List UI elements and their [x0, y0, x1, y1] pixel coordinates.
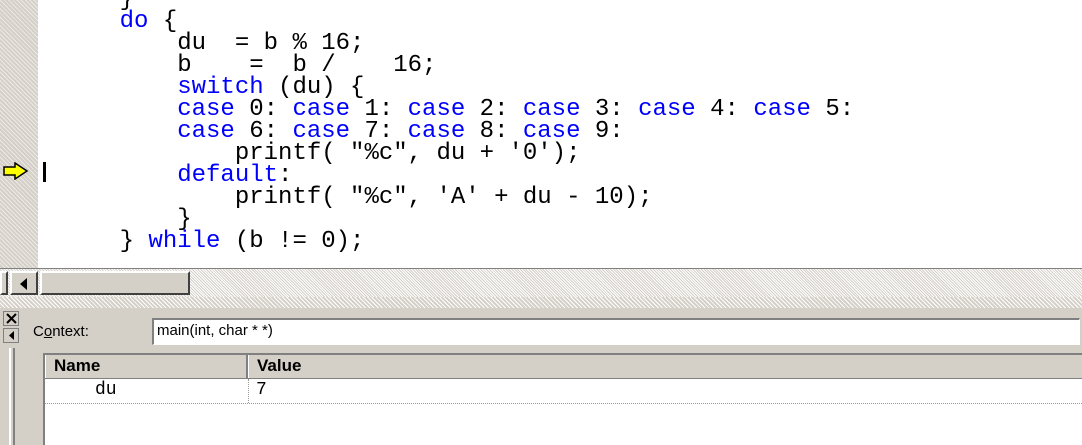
- close-pane-button[interactable]: [3, 311, 19, 326]
- context-label-accelerator: o: [43, 323, 53, 340]
- table-row[interactable]: du 7: [45, 379, 1082, 404]
- pane-toggle-button[interactable]: [3, 328, 19, 343]
- context-dropdown[interactable]: main(int, char * *): [152, 318, 1080, 345]
- column-divider: [248, 379, 249, 403]
- variable-value-cell[interactable]: 7: [256, 379, 267, 402]
- code-line: }: [62, 0, 854, 12]
- pane-splitter[interactable]: [0, 297, 1082, 308]
- pane-rail: [9, 348, 15, 445]
- code-token: 5:: [810, 96, 855, 123]
- scrollbar-left-edge[interactable]: [0, 271, 8, 295]
- context-label: Context:: [33, 323, 89, 340]
- text-caret: [43, 162, 46, 182]
- code-text[interactable]: } do { du = b % 16; b = b / 16; switch (…: [62, 0, 855, 255]
- variable-name-cell: du: [95, 380, 117, 400]
- column-header-value[interactable]: Value: [248, 355, 1082, 378]
- table-header: Name Value: [45, 355, 1082, 379]
- close-icon: [6, 313, 17, 324]
- keyword: while: [148, 228, 221, 255]
- editor-gutter[interactable]: [0, 0, 38, 268]
- variables-table[interactable]: Name Value du 7: [43, 353, 1082, 445]
- code-token: }: [62, 228, 149, 255]
- context-label-text: ntext:: [52, 323, 89, 340]
- code-token: 9:: [580, 118, 624, 145]
- scrollbar-thumb[interactable]: [40, 271, 190, 295]
- left-triangle-icon: [20, 278, 27, 290]
- variables-pane: Context: main(int, char * *) Name Value …: [0, 308, 1082, 445]
- scroll-left-button[interactable]: [10, 271, 38, 295]
- context-label-text: C: [33, 323, 44, 340]
- column-header-name[interactable]: Name: [45, 355, 248, 378]
- code-token: 4:: [695, 96, 754, 123]
- keyword: case: [638, 96, 696, 123]
- execution-pointer-icon: [3, 162, 29, 180]
- code-token: (b != 0);: [220, 228, 365, 255]
- code-line: } while (b != 0);: [62, 228, 854, 255]
- code-editor[interactable]: } do { du = b % 16; b = b / 16; switch (…: [0, 0, 1082, 268]
- keyword: case: [753, 96, 811, 123]
- context-value: main(int, char * *): [157, 322, 273, 339]
- horizontal-scrollbar[interactable]: [0, 268, 1082, 297]
- left-triangle-icon: [9, 331, 14, 340]
